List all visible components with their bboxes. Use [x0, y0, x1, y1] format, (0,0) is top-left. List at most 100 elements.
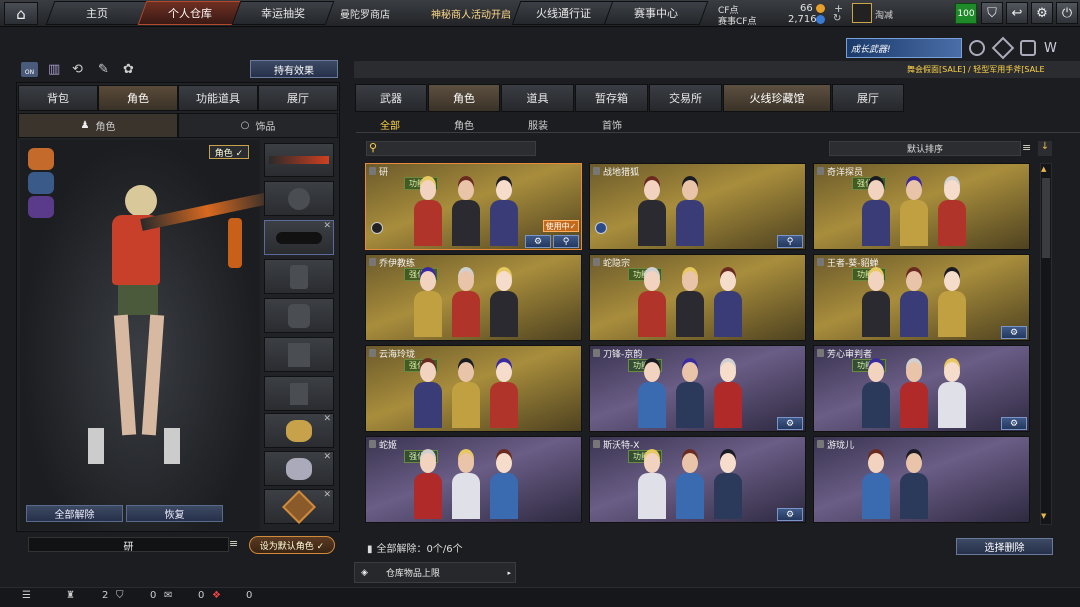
- stats-icon[interactable]: ▥: [48, 62, 60, 77]
- chat-icon[interactable]: ✉: [164, 590, 172, 601]
- blue-emblem-icon[interactable]: [28, 172, 54, 194]
- slot-pants[interactable]: [264, 376, 334, 411]
- sort-order-icon[interactable]: ↓: [1038, 141, 1052, 156]
- character-card[interactable]: 芳心审判者功能型⚙: [813, 345, 1030, 432]
- remove-icon[interactable]: ✕: [323, 414, 331, 424]
- slot-pendant-2[interactable]: ✕: [264, 451, 334, 486]
- nav-shop[interactable]: 曼陀罗商店: [340, 6, 390, 21]
- remove-icon[interactable]: ✕: [323, 452, 331, 462]
- remove-icon[interactable]: ✕: [323, 490, 331, 500]
- rotate-icon[interactable]: ⟲: [72, 62, 83, 77]
- nav-match[interactable]: 赛事中心: [603, 1, 709, 25]
- modify-button[interactable]: ⚙: [777, 417, 803, 430]
- character-card[interactable]: 战地猎狐 ⚲: [589, 163, 806, 250]
- subtab-accessory[interactable]: ○ 饰品: [178, 113, 338, 138]
- badge-icon-4[interactable]: W: [1044, 41, 1057, 56]
- refresh-icon[interactable]: ↻: [833, 13, 841, 24]
- character-card[interactable]: 蛇隐宗功能型: [589, 254, 806, 341]
- character-card[interactable]: 王者-葵-貂蝉功能型⚙: [813, 254, 1030, 341]
- clan-emblem-icon[interactable]: [852, 3, 872, 23]
- nav-lottery[interactable]: 幸运抽奖: [231, 1, 335, 25]
- filter-jewelry[interactable]: 首饰: [602, 117, 622, 132]
- remove-icon[interactable]: ✕: [323, 221, 331, 231]
- figure-body: [490, 200, 518, 246]
- orange-emblem-icon[interactable]: [28, 148, 54, 170]
- slot-body[interactable]: [264, 337, 334, 372]
- tab-items[interactable]: 道具: [501, 84, 574, 112]
- list-icon[interactable]: ≡: [229, 537, 243, 552]
- modify-button[interactable]: ⚙: [1001, 326, 1027, 339]
- tab-weapons[interactable]: 武器: [355, 84, 427, 112]
- toggle-on-icon[interactable]: ON: [21, 62, 38, 77]
- home-icon[interactable]: ⌂: [4, 2, 38, 25]
- nav-warehouse[interactable]: 个人仓库: [137, 1, 243, 25]
- badge-icon-2[interactable]: [991, 36, 1015, 60]
- figure-head: [682, 362, 698, 382]
- nav-pass[interactable]: 火线通行证: [511, 1, 615, 25]
- modify-button[interactable]: ⚙: [525, 235, 551, 248]
- holding-effect-button[interactable]: 持有效果: [250, 60, 338, 78]
- power-icon[interactable]: ⏻: [1056, 2, 1078, 24]
- storage-limit-bar[interactable]: ◈ 仓库物品上限 ▸: [354, 562, 516, 583]
- friends-icon[interactable]: ♜: [66, 590, 75, 601]
- tab-collection-hall[interactable]: 火线珍藏馆: [723, 84, 831, 112]
- purple-emblem-icon[interactable]: [28, 196, 54, 218]
- scroll-down-icon[interactable]: ▼: [1041, 512, 1046, 520]
- gift-icon[interactable]: ❖: [212, 590, 221, 601]
- growth-weapon-banner[interactable]: 成长武器!: [846, 38, 962, 58]
- slot-weapon[interactable]: [264, 143, 334, 177]
- character-card[interactable]: 游珑儿: [813, 436, 1030, 523]
- subtab-character[interactable]: ♟ 角色: [18, 113, 178, 138]
- modify-button[interactable]: ⚙: [1001, 417, 1027, 430]
- tab-character[interactable]: 角色: [98, 85, 178, 111]
- badge-icon-3[interactable]: [1020, 40, 1036, 56]
- slot-backpack[interactable]: [264, 298, 334, 333]
- tab-storage-box[interactable]: 暂存箱: [575, 84, 648, 112]
- slot-vest[interactable]: [264, 259, 334, 294]
- inspect-button[interactable]: ⚲: [777, 235, 803, 248]
- character-card[interactable]: 刀锋-京韵功能型⚙: [589, 345, 806, 432]
- slot-pendant-1[interactable]: ✕: [264, 413, 334, 448]
- filter-all[interactable]: 全部: [380, 117, 400, 132]
- select-delete-button[interactable]: 选择删除: [956, 538, 1053, 555]
- release-all-button[interactable]: 全部解除: [26, 505, 123, 522]
- exit-room-icon[interactable]: ↩: [1006, 2, 1028, 24]
- inspect-button[interactable]: ⚲: [553, 235, 579, 248]
- nav-event[interactable]: 神秘商人活动开启: [431, 6, 511, 21]
- filter-outfit[interactable]: 服装: [528, 117, 548, 132]
- tab-showroom[interactable]: 展厅: [258, 85, 338, 111]
- search-input[interactable]: [366, 141, 536, 156]
- scrollbar-thumb[interactable]: [1042, 178, 1050, 258]
- shield-icon[interactable]: ⛉: [981, 2, 1003, 24]
- badge-icon-1[interactable]: [969, 40, 985, 56]
- tab-exchange[interactable]: 交易所: [649, 84, 722, 112]
- list-view-icon[interactable]: ≡: [1022, 141, 1031, 154]
- nav-home[interactable]: 主页: [45, 1, 149, 25]
- character-card[interactable]: 云海玲珑强化型: [365, 345, 582, 432]
- character-card[interactable]: 斯沃特-X功能型⚙: [589, 436, 806, 523]
- tab-backpack[interactable]: 背包: [18, 85, 98, 111]
- gear-icon[interactable]: ⚙: [1031, 2, 1053, 24]
- slot-head[interactable]: [264, 181, 334, 216]
- sale-marquee: 舞会假面[SALE] / 轻型军用手斧[SALE: [907, 65, 1045, 74]
- tab-exhibition[interactable]: 展厅: [832, 84, 904, 112]
- character-card[interactable]: 乔伊教练强化型: [365, 254, 582, 341]
- restore-button[interactable]: 恢复: [126, 505, 223, 522]
- tab-function-items[interactable]: 功能道具: [178, 85, 258, 111]
- character-card[interactable]: 奇洋探员强化型: [813, 163, 1030, 250]
- menu-icon[interactable]: ☰: [22, 590, 31, 601]
- sort-select[interactable]: 默认排序: [829, 141, 1021, 156]
- slot-eyewear[interactable]: ✕: [264, 220, 334, 255]
- character-card[interactable]: 研功能型使用中✓⚙⚲: [365, 163, 582, 250]
- filter-character[interactable]: 角色: [454, 117, 474, 132]
- character-name-field[interactable]: 研: [28, 537, 229, 553]
- set-default-character-button[interactable]: 设为默认角色 ✓: [249, 536, 335, 554]
- scroll-up-icon[interactable]: ▲: [1041, 165, 1046, 173]
- character-card[interactable]: 蛇姬强化型: [365, 436, 582, 523]
- tab-characters[interactable]: 角色: [428, 84, 500, 112]
- paint-icon[interactable]: ✎: [98, 62, 109, 77]
- pet-icon[interactable]: ✿: [123, 62, 134, 77]
- modify-button[interactable]: ⚙: [777, 508, 803, 521]
- shield-small-icon[interactable]: ⛉: [116, 590, 124, 601]
- slot-pendant-3[interactable]: ✕: [264, 489, 334, 524]
